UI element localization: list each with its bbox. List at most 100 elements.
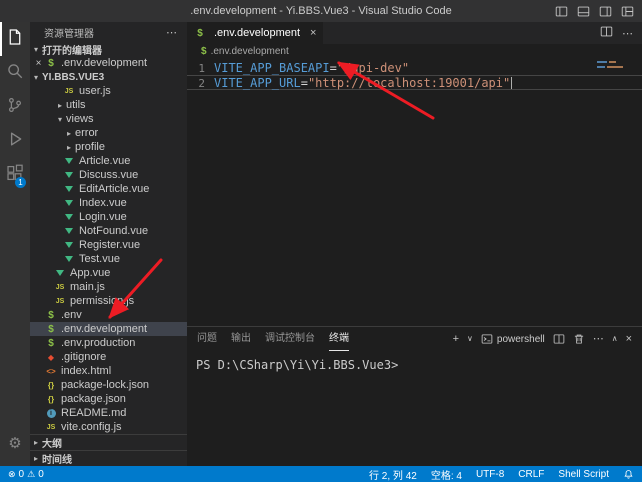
panel-tab-[interactable]: 终端 xyxy=(329,327,349,351)
toggle-sidebar-icon[interactable] xyxy=(555,5,568,18)
errors-count: 0 xyxy=(19,469,25,480)
status-eol[interactable]: CRLF xyxy=(518,469,544,480)
outline-section-header[interactable]: ▸ 大纲 xyxy=(30,434,187,450)
code-token-string: "/api-dev" xyxy=(337,61,409,74)
close-panel-icon[interactable]: × xyxy=(626,334,632,345)
tree-item-label: .env xyxy=(61,309,82,321)
tree-item-label: index.html xyxy=(61,365,111,377)
tree-item-env[interactable]: $.env xyxy=(30,308,187,322)
tree-item-notfound-vue[interactable]: NotFound.vue xyxy=(30,224,187,238)
terminal-icon xyxy=(481,333,493,345)
title-bar[interactable]: .env.development - Yi.BBS.Vue3 - Visual … xyxy=(0,0,642,22)
new-terminal-icon[interactable]: + xyxy=(453,334,459,345)
toggle-panel-icon[interactable] xyxy=(577,5,590,18)
tree-item-vite-config-js[interactable]: JSvite.config.js xyxy=(30,420,187,434)
panel-more-actions-icon[interactable]: ⋯ xyxy=(593,334,604,345)
notifications-bell-icon[interactable] xyxy=(623,469,634,480)
tree-item-label: user.js xyxy=(79,85,111,97)
json-file-icon: {} xyxy=(45,381,57,390)
close-icon[interactable]: × xyxy=(32,58,45,69)
tree-item-gitignore[interactable]: ◆.gitignore xyxy=(30,350,187,364)
timeline-section-header[interactable]: ▸ 时间线 xyxy=(30,450,187,466)
more-actions-icon[interactable]: ⋯ xyxy=(622,27,633,40)
tree-item-label: main.js xyxy=(70,281,105,293)
tree-item-package-json[interactable]: {}package.json xyxy=(30,392,187,406)
kill-terminal-icon[interactable] xyxy=(573,333,585,345)
code-token-string: "http://localhost:19001/api" xyxy=(308,76,510,89)
toggle-secondary-sidebar-icon[interactable] xyxy=(599,5,612,18)
status-encoding[interactable]: UTF-8 xyxy=(476,469,504,480)
terminal-prompt: PS D:\CSharp\Yi\Yi.BBS.Vue3> xyxy=(196,357,633,373)
tree-item-user-js[interactable]: JSuser.js xyxy=(30,84,187,98)
tree-item-profile[interactable]: ▸profile xyxy=(30,140,187,154)
tree-item-discuss-vue[interactable]: Discuss.vue xyxy=(30,168,187,182)
problems-indicator[interactable]: ⊗0⚠0 xyxy=(8,469,44,480)
terminal-output[interactable]: PS D:\CSharp\Yi\Yi.BBS.Vue3> xyxy=(187,351,642,466)
code-token-operator: = xyxy=(330,61,337,74)
terminal-dropdown-icon[interactable]: ∨ xyxy=(467,335,473,343)
tree-item-readme-md[interactable]: iREADME.md xyxy=(30,406,187,420)
extensions-badge: 1 xyxy=(15,177,26,188)
activity-bar: 1 ⚙ xyxy=(0,22,30,466)
vue-file-icon xyxy=(63,228,75,234)
panel-tab-[interactable]: 调试控制台 xyxy=(265,327,315,351)
split-editor-icon[interactable] xyxy=(600,25,613,41)
env-file-icon: $ xyxy=(45,324,57,335)
settings-button[interactable]: ⚙ xyxy=(0,426,30,460)
tree-item-article-vue[interactable]: Article.vue xyxy=(30,154,187,168)
tree-item-utils[interactable]: ▸utils xyxy=(30,98,187,112)
breadcrumb[interactable]: $ .env.development xyxy=(187,44,642,58)
html-file-icon: <> xyxy=(45,367,57,376)
tree-item-views[interactable]: ▾views xyxy=(30,112,187,126)
bottom-panel: 问题输出调试控制台终端 + ∨ powershell ⋯ ∧ × xyxy=(187,326,642,466)
activity-search-button[interactable] xyxy=(0,56,30,90)
code-editor[interactable]: 1VITE_APP_BASEAPI="/api-dev"2VITE_APP_UR… xyxy=(187,58,642,326)
panel-tab-[interactable]: 问题 xyxy=(197,327,217,351)
line-number: 2 xyxy=(187,76,205,89)
tree-item-main-js[interactable]: JSmain.js xyxy=(30,280,187,294)
env-file-icon: $ xyxy=(194,28,206,39)
tree-item-index-html[interactable]: <> index.html xyxy=(30,364,187,378)
activity-source-control-button[interactable] xyxy=(0,90,30,124)
tree-item-env-production[interactable]: $.env.production xyxy=(30,336,187,350)
project-root-header[interactable]: ▾ YI.BBS.VUE3 xyxy=(30,70,187,84)
tree-item-env-development[interactable]: $.env.development xyxy=(30,322,187,336)
line-number: 1 xyxy=(187,61,205,74)
tree-item-editarticle-vue[interactable]: EditArticle.vue xyxy=(30,182,187,196)
vue-file-icon xyxy=(63,158,75,164)
tree-item-label: EditArticle.vue xyxy=(79,183,149,195)
maximize-panel-icon[interactable]: ∧ xyxy=(612,335,618,343)
terminal-profile-button[interactable]: powershell xyxy=(481,333,545,345)
activity-run-debug-button[interactable] xyxy=(0,124,30,158)
close-tab-icon[interactable]: × xyxy=(310,27,316,39)
customize-layout-icon[interactable] xyxy=(621,5,634,18)
code-token-variable: VITE_APP_BASEAPI xyxy=(214,61,330,74)
tree-item-permission-js[interactable]: JSpermission.js xyxy=(30,294,187,308)
panel-header: 问题输出调试控制台终端 + ∨ powershell ⋯ ∧ × xyxy=(187,327,642,351)
editor-actions: ⋯ xyxy=(600,22,642,44)
tree-item-test-vue[interactable]: Test.vue xyxy=(30,252,187,266)
open-editors-header[interactable]: ▾ 打开的编辑器 xyxy=(30,42,187,56)
source-control-icon xyxy=(6,96,24,119)
activity-explorer-button[interactable] xyxy=(0,22,30,56)
tree-item-error[interactable]: ▸error xyxy=(30,126,187,140)
activity-extensions-button[interactable]: 1 xyxy=(0,158,30,192)
sidebar-more-actions-icon[interactable]: ⋯ xyxy=(166,26,177,39)
open-editor-item[interactable]: × $ .env.development xyxy=(30,56,187,70)
tree-item-register-vue[interactable]: Register.vue xyxy=(30,238,187,252)
tab-env-development[interactable]: $ .env.development × xyxy=(187,22,323,44)
tree-item-label: utils xyxy=(66,99,86,111)
status-indentation[interactable]: 空格: 4 xyxy=(431,467,462,482)
status-language-mode[interactable]: Shell Script xyxy=(558,469,609,480)
code-token-operator: = xyxy=(301,76,308,89)
tree-item-package-lock-json[interactable]: {}package-lock.json xyxy=(30,378,187,392)
tree-item-login-vue[interactable]: Login.vue xyxy=(30,210,187,224)
split-terminal-icon[interactable] xyxy=(553,333,565,345)
tree-item-index-vue[interactable]: Index.vue xyxy=(30,196,187,210)
tree-item-app-vue[interactable]: App.vue xyxy=(30,266,187,280)
panel-tab-[interactable]: 输出 xyxy=(231,327,251,351)
warnings-icon: ⚠ xyxy=(27,469,35,480)
minimap[interactable] xyxy=(597,61,637,71)
tree-item-label: Register.vue xyxy=(79,239,140,251)
status-cursor-position[interactable]: 行 2, 列 42 xyxy=(369,467,417,482)
